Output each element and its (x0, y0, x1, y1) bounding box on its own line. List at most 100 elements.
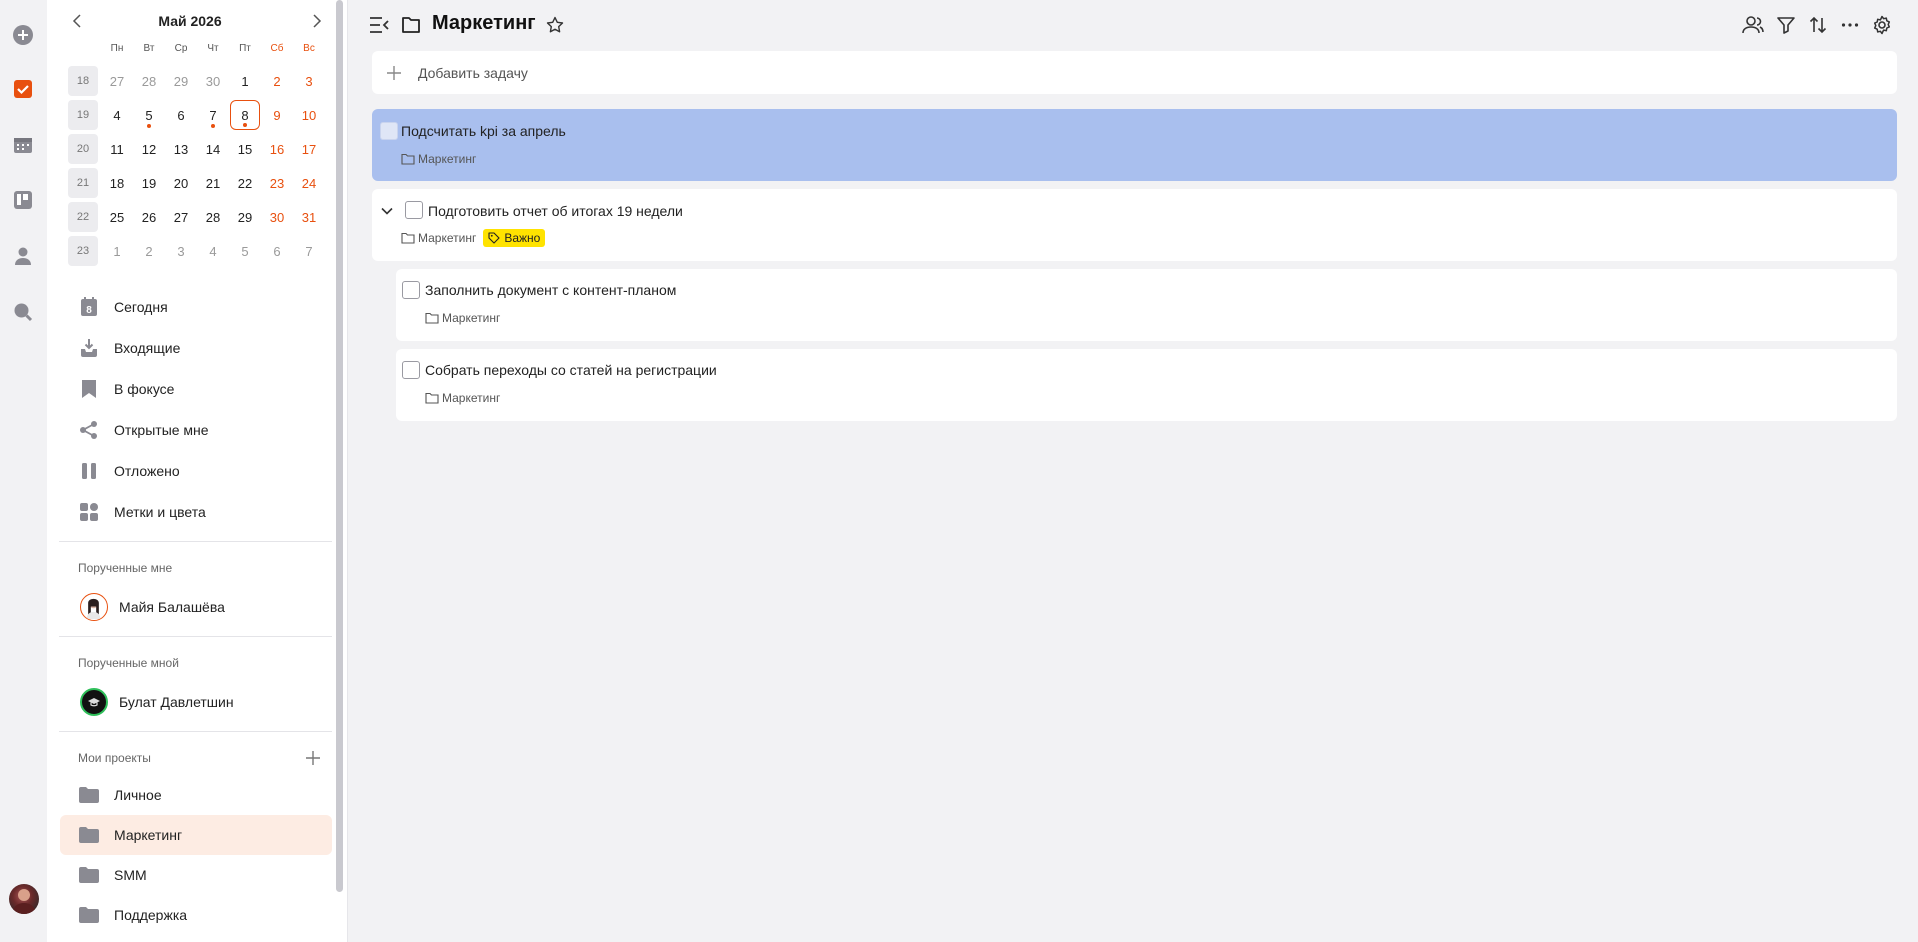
task-checkbox[interactable] (402, 281, 420, 299)
calendar-day[interactable]: 10 (293, 100, 325, 130)
create-button[interactable] (11, 23, 35, 47)
calendar-day-today[interactable]: 8 (230, 100, 260, 130)
calendar-day[interactable]: 18 (101, 168, 133, 198)
add-task-field[interactable]: Добавить задачу (372, 51, 1897, 94)
calendar-day[interactable]: 2 (261, 66, 293, 96)
person-item[interactable]: Майя Балашёва (47, 587, 333, 627)
week-number[interactable]: 21 (68, 168, 98, 198)
tag-badge[interactable]: Важно (483, 229, 546, 247)
topbar: Маркетинг (348, 0, 1918, 50)
calendar-day[interactable]: 1 (101, 236, 133, 266)
calendar-day[interactable]: 5 (229, 236, 261, 266)
task-item[interactable]: Подготовить отчет об итогах 19 недели Ма… (372, 189, 1897, 261)
calendar-day[interactable]: 19 (133, 168, 165, 198)
favorite-button[interactable] (544, 14, 566, 36)
chevron-down-icon (381, 207, 393, 215)
calendar-day[interactable]: 27 (101, 66, 133, 96)
calendar-day[interactable]: 3 (165, 236, 197, 266)
expand-toggle[interactable] (380, 204, 394, 218)
calendar-day[interactable]: 2 (133, 236, 165, 266)
calendar-day[interactable]: 17 (293, 134, 325, 164)
calendar-day[interactable]: 28 (133, 66, 165, 96)
calendar-day[interactable]: 6 (261, 236, 293, 266)
tasks-nav-button[interactable] (11, 77, 35, 101)
calendar-day[interactable]: 25 (101, 202, 133, 232)
calendar-day[interactable]: 26 (133, 202, 165, 232)
calendar-next-button[interactable] (307, 12, 325, 30)
week-number[interactable]: 22 (68, 202, 98, 232)
calendar-day[interactable]: 27 (165, 202, 197, 232)
calendar-day[interactable]: 14 (197, 134, 229, 164)
nav-item-today[interactable]: 8 Сегодня (47, 287, 333, 327)
task-checkbox[interactable] (405, 201, 423, 219)
project-item-marketing[interactable]: Маркетинг (60, 815, 332, 855)
task-item[interactable]: Подсчитать kpi за апрель Маркетинг (372, 109, 1897, 181)
calendar-day[interactable]: 30 (197, 66, 229, 96)
subtask-item[interactable]: Собрать переходы со статей на регистраци… (396, 349, 1897, 421)
task-project[interactable]: Маркетинг (418, 231, 476, 245)
calendar-prev-button[interactable] (69, 12, 87, 30)
filter-button[interactable] (1775, 14, 1797, 36)
calendar-day[interactable]: 16 (261, 134, 293, 164)
calendar-nav-button[interactable] (11, 133, 35, 157)
subtask-item[interactable]: Заполнить документ с контент-планом Марк… (396, 269, 1897, 341)
task-project[interactable]: Маркетинг (442, 391, 500, 405)
task-project[interactable]: Маркетинг (418, 152, 476, 166)
toggle-sidebar-button[interactable] (368, 14, 390, 36)
calendar-day[interactable]: 12 (133, 134, 165, 164)
calendar-day[interactable]: 7 (197, 100, 229, 130)
calendar-day[interactable]: 29 (229, 202, 261, 232)
calendar-day[interactable]: 4 (197, 236, 229, 266)
calendar-day[interactable]: 22 (229, 168, 261, 198)
more-button[interactable] (1839, 14, 1861, 36)
task-project[interactable]: Маркетинг (442, 311, 500, 325)
members-button[interactable] (1742, 14, 1764, 36)
calendar-day[interactable]: 7 (293, 236, 325, 266)
week-number[interactable]: 23 (68, 236, 98, 266)
nav-item-focus[interactable]: В фокусе (47, 369, 333, 409)
week-number[interactable]: 19 (68, 100, 98, 130)
calendar-day[interactable]: 21 (197, 168, 229, 198)
calendar-day[interactable]: 9 (261, 100, 293, 130)
board-nav-button[interactable] (11, 188, 35, 212)
calendar-day[interactable]: 28 (197, 202, 229, 232)
calendar-day[interactable]: 6 (165, 100, 197, 130)
calendar-day[interactable]: 24 (293, 168, 325, 198)
calendar-day[interactable]: 5 (133, 100, 165, 130)
person-item[interactable]: Булат Давлетшин (47, 682, 333, 722)
calendar-day[interactable]: 15 (229, 134, 261, 164)
project-label: Маркетинг (114, 827, 183, 843)
weekday-label: Пн (110, 43, 124, 54)
calendar-day[interactable]: 29 (165, 66, 197, 96)
calendar-day[interactable]: 30 (261, 202, 293, 232)
calendar-day[interactable]: 4 (101, 100, 133, 130)
section-label-assigned-by-me: Порученные мной (78, 656, 179, 670)
nav-item-inbox[interactable]: Входящие (47, 328, 333, 368)
calendar-day[interactable]: 13 (165, 134, 197, 164)
nav-item-postponed[interactable]: Отложено (47, 451, 333, 491)
task-checkbox[interactable] (380, 122, 398, 140)
user-avatar[interactable] (9, 884, 39, 914)
search-nav-button[interactable] (11, 300, 35, 324)
project-item-smm[interactable]: SMM (60, 855, 332, 895)
project-folder-icon (400, 14, 422, 36)
settings-button[interactable] (1871, 14, 1893, 36)
week-number[interactable]: 20 (68, 134, 98, 164)
sidebar-scrollbar[interactable] (336, 0, 343, 892)
week-number[interactable]: 18 (68, 66, 98, 96)
contacts-nav-button[interactable] (11, 244, 35, 268)
task-checkbox[interactable] (402, 361, 420, 379)
calendar-day[interactable]: 20 (165, 168, 197, 198)
calendar-day[interactable]: 11 (101, 134, 133, 164)
calendar-day[interactable]: 1 (229, 66, 261, 96)
nav-item-shared[interactable]: Открытые мне (47, 410, 333, 450)
sort-button[interactable] (1807, 14, 1829, 36)
calendar-day[interactable]: 31 (293, 202, 325, 232)
weekday-label: Вт (143, 43, 155, 54)
calendar-day[interactable]: 23 (261, 168, 293, 198)
project-item-personal[interactable]: Личное (60, 775, 332, 815)
nav-item-tags[interactable]: Метки и цвета (47, 492, 333, 532)
calendar-day[interactable]: 3 (293, 66, 325, 96)
project-item-support[interactable]: Поддержка (60, 895, 332, 935)
add-project-button[interactable] (303, 748, 323, 768)
